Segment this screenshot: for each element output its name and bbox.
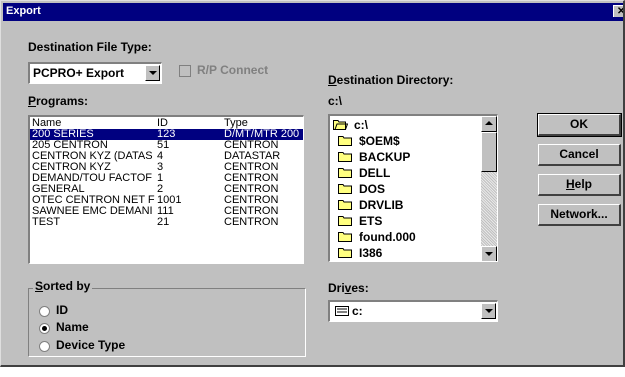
- directory-list[interactable]: c:\ $OEM$ BACKUP DELL DOS DRVLIB ETS found.000 I…: [328, 114, 498, 262]
- folder-icon: [338, 184, 352, 194]
- scroll-up-button[interactable]: [481, 116, 497, 132]
- drive-icon: [335, 306, 349, 316]
- folder-icon: [338, 232, 352, 242]
- directory-item-label: found.000: [359, 230, 416, 244]
- help-button[interactable]: Help: [538, 174, 621, 196]
- radio-device-type-label[interactable]: Device Type: [56, 338, 125, 352]
- chevron-down-icon[interactable]: [145, 65, 160, 81]
- program-id: 21: [157, 216, 170, 228]
- destination-type-value: PCPRO+ Export: [33, 66, 125, 80]
- rp-connect-label: R/P Connect: [197, 63, 269, 77]
- radio-name-label[interactable]: Name: [56, 320, 89, 334]
- directory-item-label: ETS: [359, 214, 383, 228]
- drives-label-pre: Dri: [328, 281, 345, 295]
- directory-item[interactable]: DELL: [338, 166, 390, 182]
- chevron-down-icon[interactable]: [481, 303, 496, 319]
- programs-list[interactable]: Name ID Type 200 SERIES 123 D/MT/MTR 200 20…: [28, 115, 304, 264]
- export-dialog: Export ✕ Destination File Type: PCPRO+ E…: [0, 0, 625, 367]
- folder-icon: [338, 136, 352, 146]
- radio-device-type[interactable]: [39, 341, 50, 352]
- folder-icon: [338, 216, 352, 226]
- sorted-by-label: Sorted by: [33, 279, 93, 293]
- destination-type-label: Destination File Type:: [28, 40, 152, 54]
- programs-label: Programs:: [28, 94, 88, 108]
- programs-accel: P: [28, 94, 37, 108]
- directory-item-label: DELL: [359, 166, 391, 180]
- sorted-accel: S: [35, 279, 44, 293]
- drives-select[interactable]: c:: [328, 300, 498, 322]
- window-title: Export: [6, 5, 41, 17]
- radio-id[interactable]: [39, 306, 50, 317]
- directory-item[interactable]: c:\: [333, 118, 368, 134]
- scroll-thumb[interactable]: [481, 132, 497, 172]
- radio-id-label[interactable]: ID: [56, 303, 68, 317]
- drives-label-post: es:: [351, 281, 369, 295]
- dest-accel: D: [328, 73, 337, 87]
- destination-directory-label-text: estination Directory:: [336, 73, 454, 87]
- directory-item-label: I386: [359, 246, 383, 260]
- destination-type-select[interactable]: PCPRO+ Export: [28, 62, 162, 84]
- directory-scrollbar[interactable]: [481, 116, 497, 261]
- folder-icon: [338, 152, 352, 162]
- help-button-text: elp: [574, 177, 592, 191]
- directory-item-label: c:\: [354, 118, 369, 132]
- destination-directory-label: Destination Directory:: [328, 73, 453, 87]
- title-bar[interactable]: Export ✕: [3, 3, 623, 21]
- directory-item[interactable]: found.000: [338, 230, 416, 246]
- open-folder-icon: [333, 120, 348, 130]
- directory-item-label: DRVLIB: [359, 198, 404, 212]
- program-row[interactable]: TEST 21 CENTRON: [30, 216, 303, 228]
- cancel-button[interactable]: Cancel: [538, 144, 621, 166]
- directory-item-label: DOS: [359, 182, 386, 196]
- drives-value: c:: [352, 304, 363, 318]
- directory-item-label: $OEM$: [359, 134, 400, 148]
- ok-button[interactable]: OK: [537, 113, 622, 137]
- sorted-by-label-text: orted by: [43, 279, 91, 293]
- destination-path: c:\: [328, 94, 343, 108]
- directory-item[interactable]: ETS: [338, 214, 382, 230]
- scroll-down-button[interactable]: [481, 246, 497, 261]
- close-button[interactable]: ✕: [613, 5, 623, 17]
- directory-item[interactable]: DOS: [338, 182, 385, 198]
- folder-icon: [338, 168, 352, 178]
- rp-connect-checkbox[interactable]: [179, 65, 191, 77]
- program-type: CENTRON: [224, 216, 279, 228]
- folder-icon: [338, 200, 352, 210]
- programs-label-text: rograms:: [36, 94, 89, 108]
- help-accel: H: [565, 177, 575, 191]
- directory-item[interactable]: $OEM$: [338, 134, 400, 150]
- network-button[interactable]: Network...: [538, 204, 621, 226]
- directory-item-label: BACKUP: [359, 150, 411, 164]
- radio-name[interactable]: [39, 323, 50, 334]
- drives-label: Drives:: [328, 281, 369, 295]
- folder-icon: [338, 248, 352, 258]
- directory-item[interactable]: I386: [338, 246, 383, 261]
- directory-item[interactable]: BACKUP: [338, 150, 410, 166]
- program-name: TEST: [32, 216, 61, 228]
- directory-item[interactable]: DRVLIB: [338, 198, 403, 214]
